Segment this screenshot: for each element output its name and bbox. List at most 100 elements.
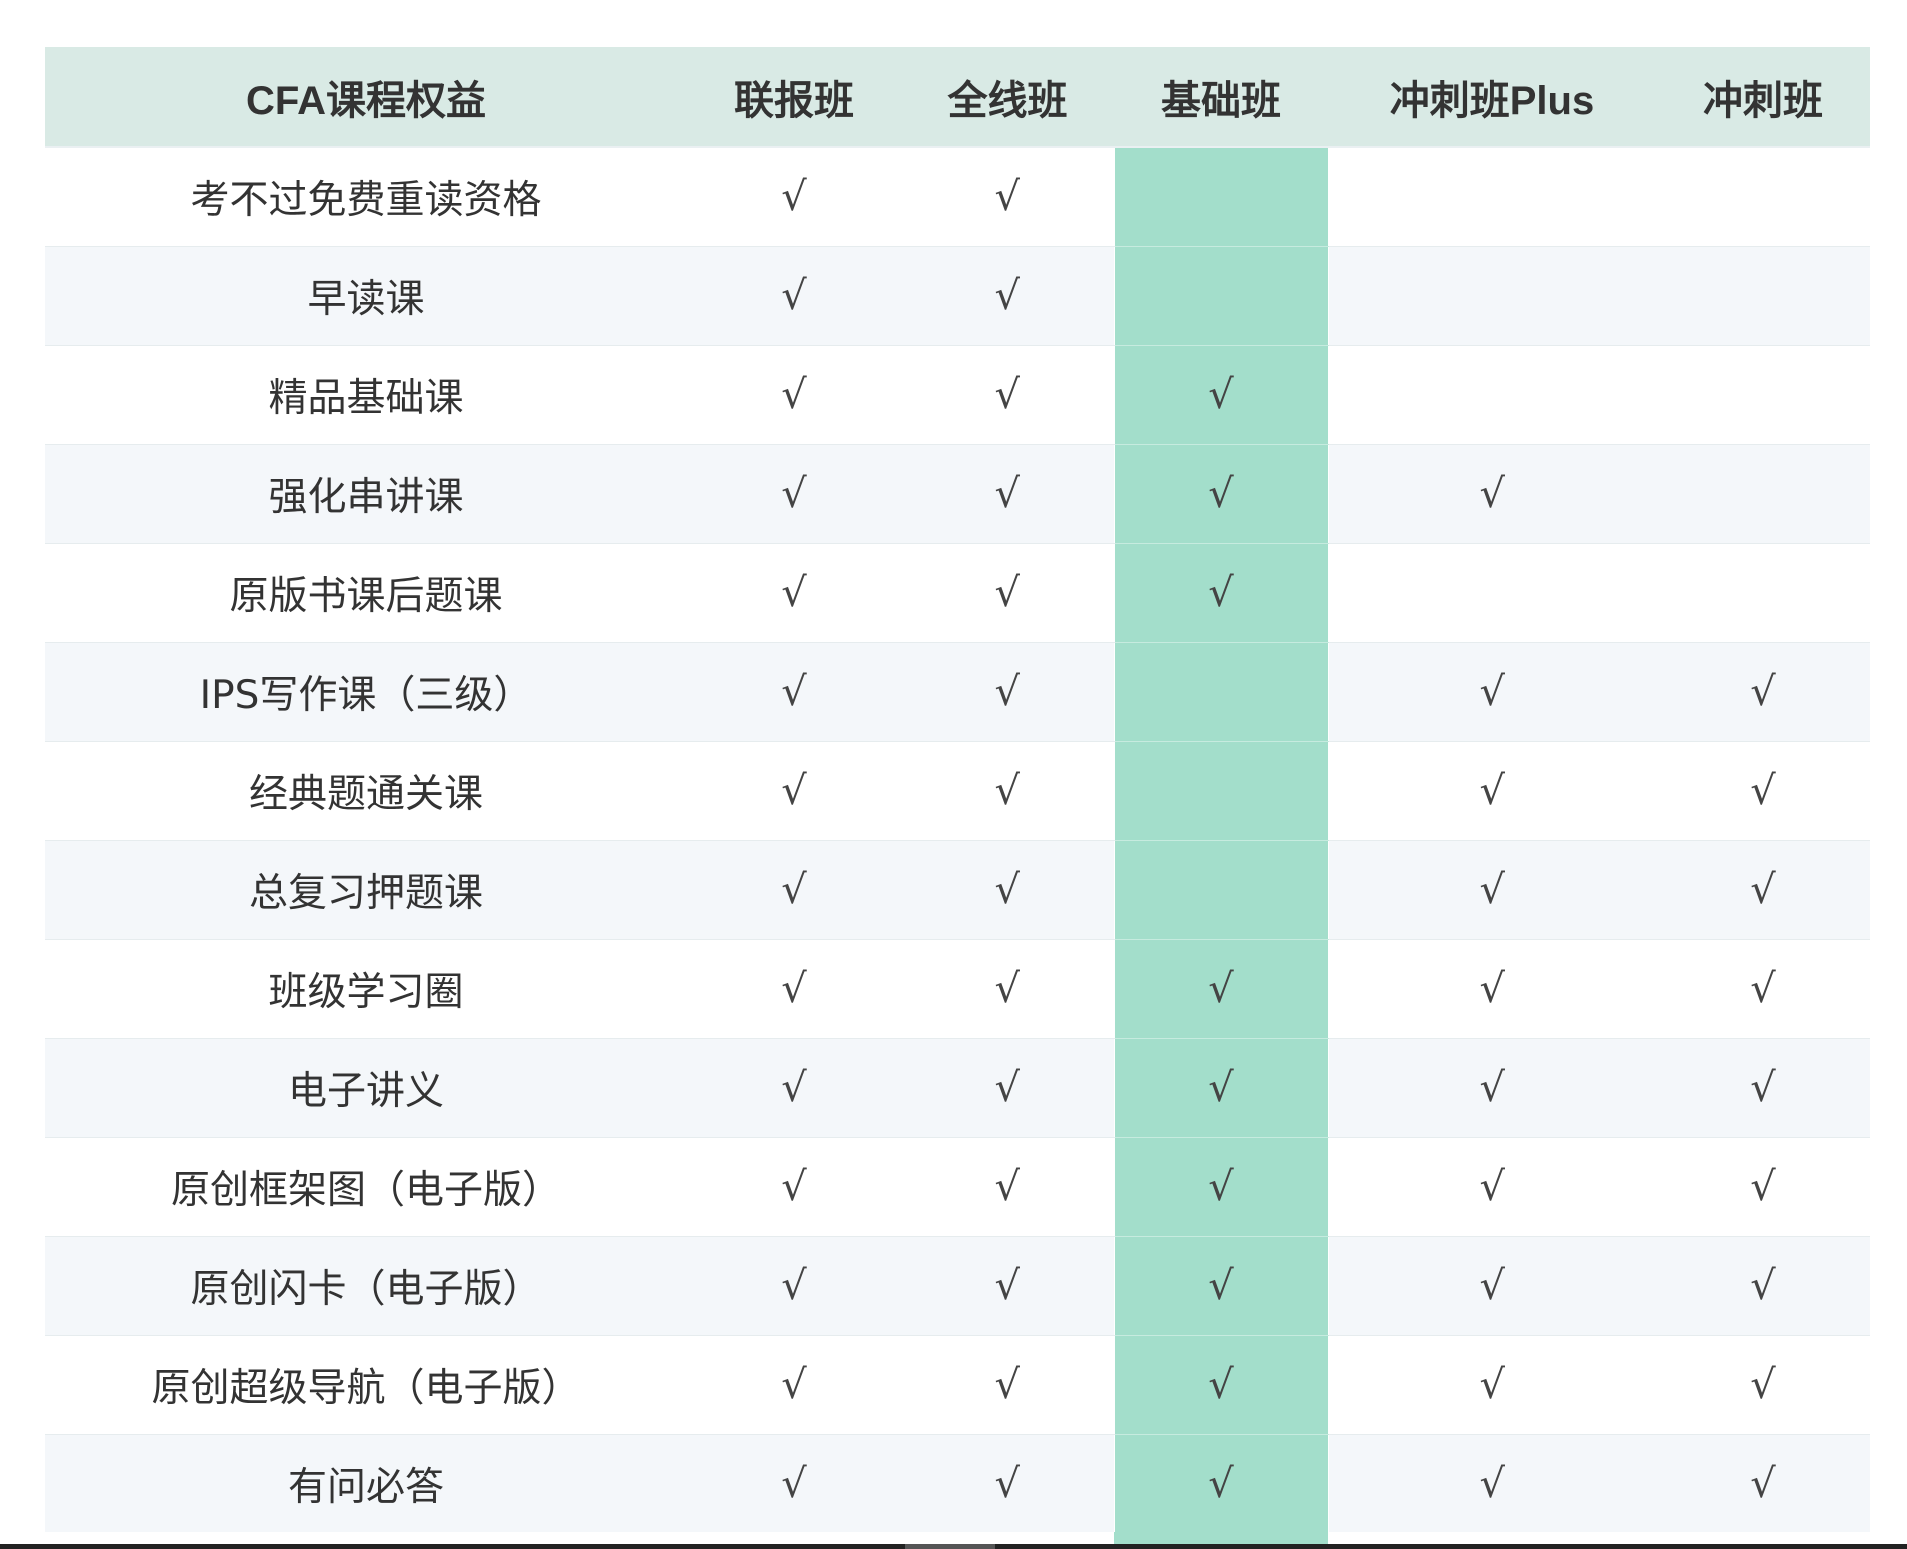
table-row: 早读课 √ √ — [45, 246, 1870, 346]
table-row: 考不过免费重读资格 √ √ — [45, 147, 1870, 247]
check-mark-full: √ — [901, 939, 1114, 1039]
feature-name: 原创框架图（电子版） — [45, 1137, 687, 1237]
check-mark-sprint-plus — [1328, 147, 1656, 247]
check-mark-combo: √ — [687, 840, 901, 940]
check-mark-combo: √ — [687, 1038, 901, 1138]
check-mark-sprint-plus: √ — [1328, 1038, 1656, 1138]
check-mark-combo: √ — [687, 147, 901, 247]
check-mark-sprint — [1656, 444, 1870, 544]
check-mark-full: √ — [901, 1236, 1114, 1336]
check-mark-full: √ — [901, 840, 1114, 940]
check-mark-basic: √ — [1113, 444, 1329, 544]
check-mark-sprint: √ — [1656, 1335, 1870, 1435]
check-mark-combo: √ — [687, 246, 901, 346]
check-mark-sprint-plus: √ — [1328, 1236, 1656, 1336]
check-mark-basic: √ — [1113, 1434, 1329, 1534]
header-row: CFA课程权益 联报班 全线班 基础班 冲刺班Plus 冲刺班 — [45, 47, 1870, 148]
check-mark-basic — [1113, 246, 1329, 346]
feature-name: 班级学习圈 — [45, 939, 687, 1039]
check-mark-sprint — [1656, 147, 1870, 247]
check-mark-sprint-plus — [1328, 345, 1656, 445]
check-mark-sprint-plus: √ — [1328, 741, 1656, 841]
check-mark-full: √ — [901, 1434, 1114, 1534]
check-mark-sprint-plus: √ — [1328, 1137, 1656, 1237]
check-mark-combo: √ — [687, 543, 901, 643]
check-mark-sprint-plus: √ — [1328, 840, 1656, 940]
check-mark-combo: √ — [687, 444, 901, 544]
table-row: IPS写作课（三级） √ √ √ √ — [45, 642, 1870, 742]
check-mark-sprint-plus: √ — [1328, 444, 1656, 544]
check-mark-sprint — [1656, 345, 1870, 445]
header-benefits: CFA课程权益 — [45, 47, 687, 148]
check-mark-sprint-plus — [1328, 246, 1656, 346]
check-mark-sprint: √ — [1656, 840, 1870, 940]
feature-name: 原创超级导航（电子版） — [45, 1335, 687, 1435]
table-row: 原创框架图（电子版） √ √ √ √ √ — [45, 1137, 1870, 1237]
check-mark-basic — [1113, 147, 1329, 247]
check-mark-full: √ — [901, 246, 1114, 346]
feature-name: 经典题通关课 — [45, 741, 687, 841]
feature-name: 精品基础课 — [45, 345, 687, 445]
check-mark-basic — [1113, 741, 1329, 841]
table-row: 总复习押题课 √ √ √ √ — [45, 840, 1870, 940]
check-mark-full: √ — [901, 345, 1114, 445]
check-mark-basic: √ — [1113, 1335, 1329, 1435]
check-mark-sprint-plus: √ — [1328, 1434, 1656, 1534]
horizontal-scrollbar[interactable] — [0, 1544, 1907, 1549]
feature-name: 考不过免费重读资格 — [45, 147, 687, 247]
table-row: 原创超级导航（电子版） √ √ √ √ √ — [45, 1335, 1870, 1435]
course-benefits-table: CFA课程权益 联报班 全线班 基础班 冲刺班Plus 冲刺班 考不过免费重读资… — [45, 47, 1870, 1534]
check-mark-combo: √ — [687, 642, 901, 742]
feature-name: 总复习押题课 — [45, 840, 687, 940]
table-row: 电子讲义 √ √ √ √ √ — [45, 1038, 1870, 1138]
scrollbar-thumb[interactable] — [905, 1544, 995, 1549]
check-mark-basic: √ — [1113, 543, 1329, 643]
check-mark-sprint: √ — [1656, 1038, 1870, 1138]
table-row: 精品基础课 √ √ √ — [45, 345, 1870, 445]
check-mark-basic — [1113, 642, 1329, 742]
check-mark-sprint-plus: √ — [1328, 939, 1656, 1039]
header-basic-class: 基础班 — [1114, 47, 1328, 148]
feature-name: 原版书课后题课 — [45, 543, 687, 643]
check-mark-combo: √ — [687, 1137, 901, 1237]
check-mark-basic: √ — [1113, 1038, 1329, 1138]
table-body: 考不过免费重读资格 √ √ 早读课 √ √ 精品基础课 √ √ √ 强化串讲课 √ √ √ √ 原版书课后题课… — [45, 147, 1870, 1534]
check-mark-combo: √ — [687, 1236, 901, 1336]
check-mark-basic: √ — [1113, 1137, 1329, 1237]
feature-name: 早读课 — [45, 246, 687, 346]
header-combo-class: 联报班 — [687, 47, 901, 148]
check-mark-full: √ — [901, 642, 1114, 742]
table-row: 经典题通关课 √ √ √ √ — [45, 741, 1870, 841]
table-header: CFA课程权益 联报班 全线班 基础班 冲刺班Plus 冲刺班 — [45, 47, 1870, 148]
check-mark-full: √ — [901, 1038, 1114, 1138]
header-full-class: 全线班 — [901, 47, 1114, 148]
check-mark-basic: √ — [1113, 1236, 1329, 1336]
check-mark-sprint-plus: √ — [1328, 1335, 1656, 1435]
feature-name: 强化串讲课 — [45, 444, 687, 544]
feature-name: 电子讲义 — [45, 1038, 687, 1138]
check-mark-full: √ — [901, 1137, 1114, 1237]
check-mark-sprint: √ — [1656, 939, 1870, 1039]
check-mark-combo: √ — [687, 1335, 901, 1435]
table-row: 原版书课后题课 √ √ √ — [45, 543, 1870, 643]
check-mark-full: √ — [901, 1335, 1114, 1435]
check-mark-combo: √ — [687, 939, 901, 1039]
table-row: 原创闪卡（电子版） √ √ √ √ √ — [45, 1236, 1870, 1336]
check-mark-sprint: √ — [1656, 1137, 1870, 1237]
table-row: 有问必答 √ √ √ √ √ — [45, 1434, 1870, 1534]
feature-name: IPS写作课（三级） — [45, 642, 687, 742]
table-row: 班级学习圈 √ √ √ √ √ — [45, 939, 1870, 1039]
header-sprint-class: 冲刺班 — [1656, 47, 1870, 148]
feature-name: 原创闪卡（电子版） — [45, 1236, 687, 1336]
table-row: 强化串讲课 √ √ √ √ — [45, 444, 1870, 544]
check-mark-full: √ — [901, 444, 1114, 544]
check-mark-sprint-plus — [1328, 543, 1656, 643]
check-mark-sprint: √ — [1656, 642, 1870, 742]
feature-name: 有问必答 — [45, 1434, 687, 1534]
check-mark-combo: √ — [687, 741, 901, 841]
check-mark-full: √ — [901, 543, 1114, 643]
check-mark-sprint: √ — [1656, 1434, 1870, 1534]
check-mark-sprint — [1656, 543, 1870, 643]
check-mark-sprint: √ — [1656, 741, 1870, 841]
header-sprint-plus-class: 冲刺班Plus — [1328, 47, 1656, 148]
